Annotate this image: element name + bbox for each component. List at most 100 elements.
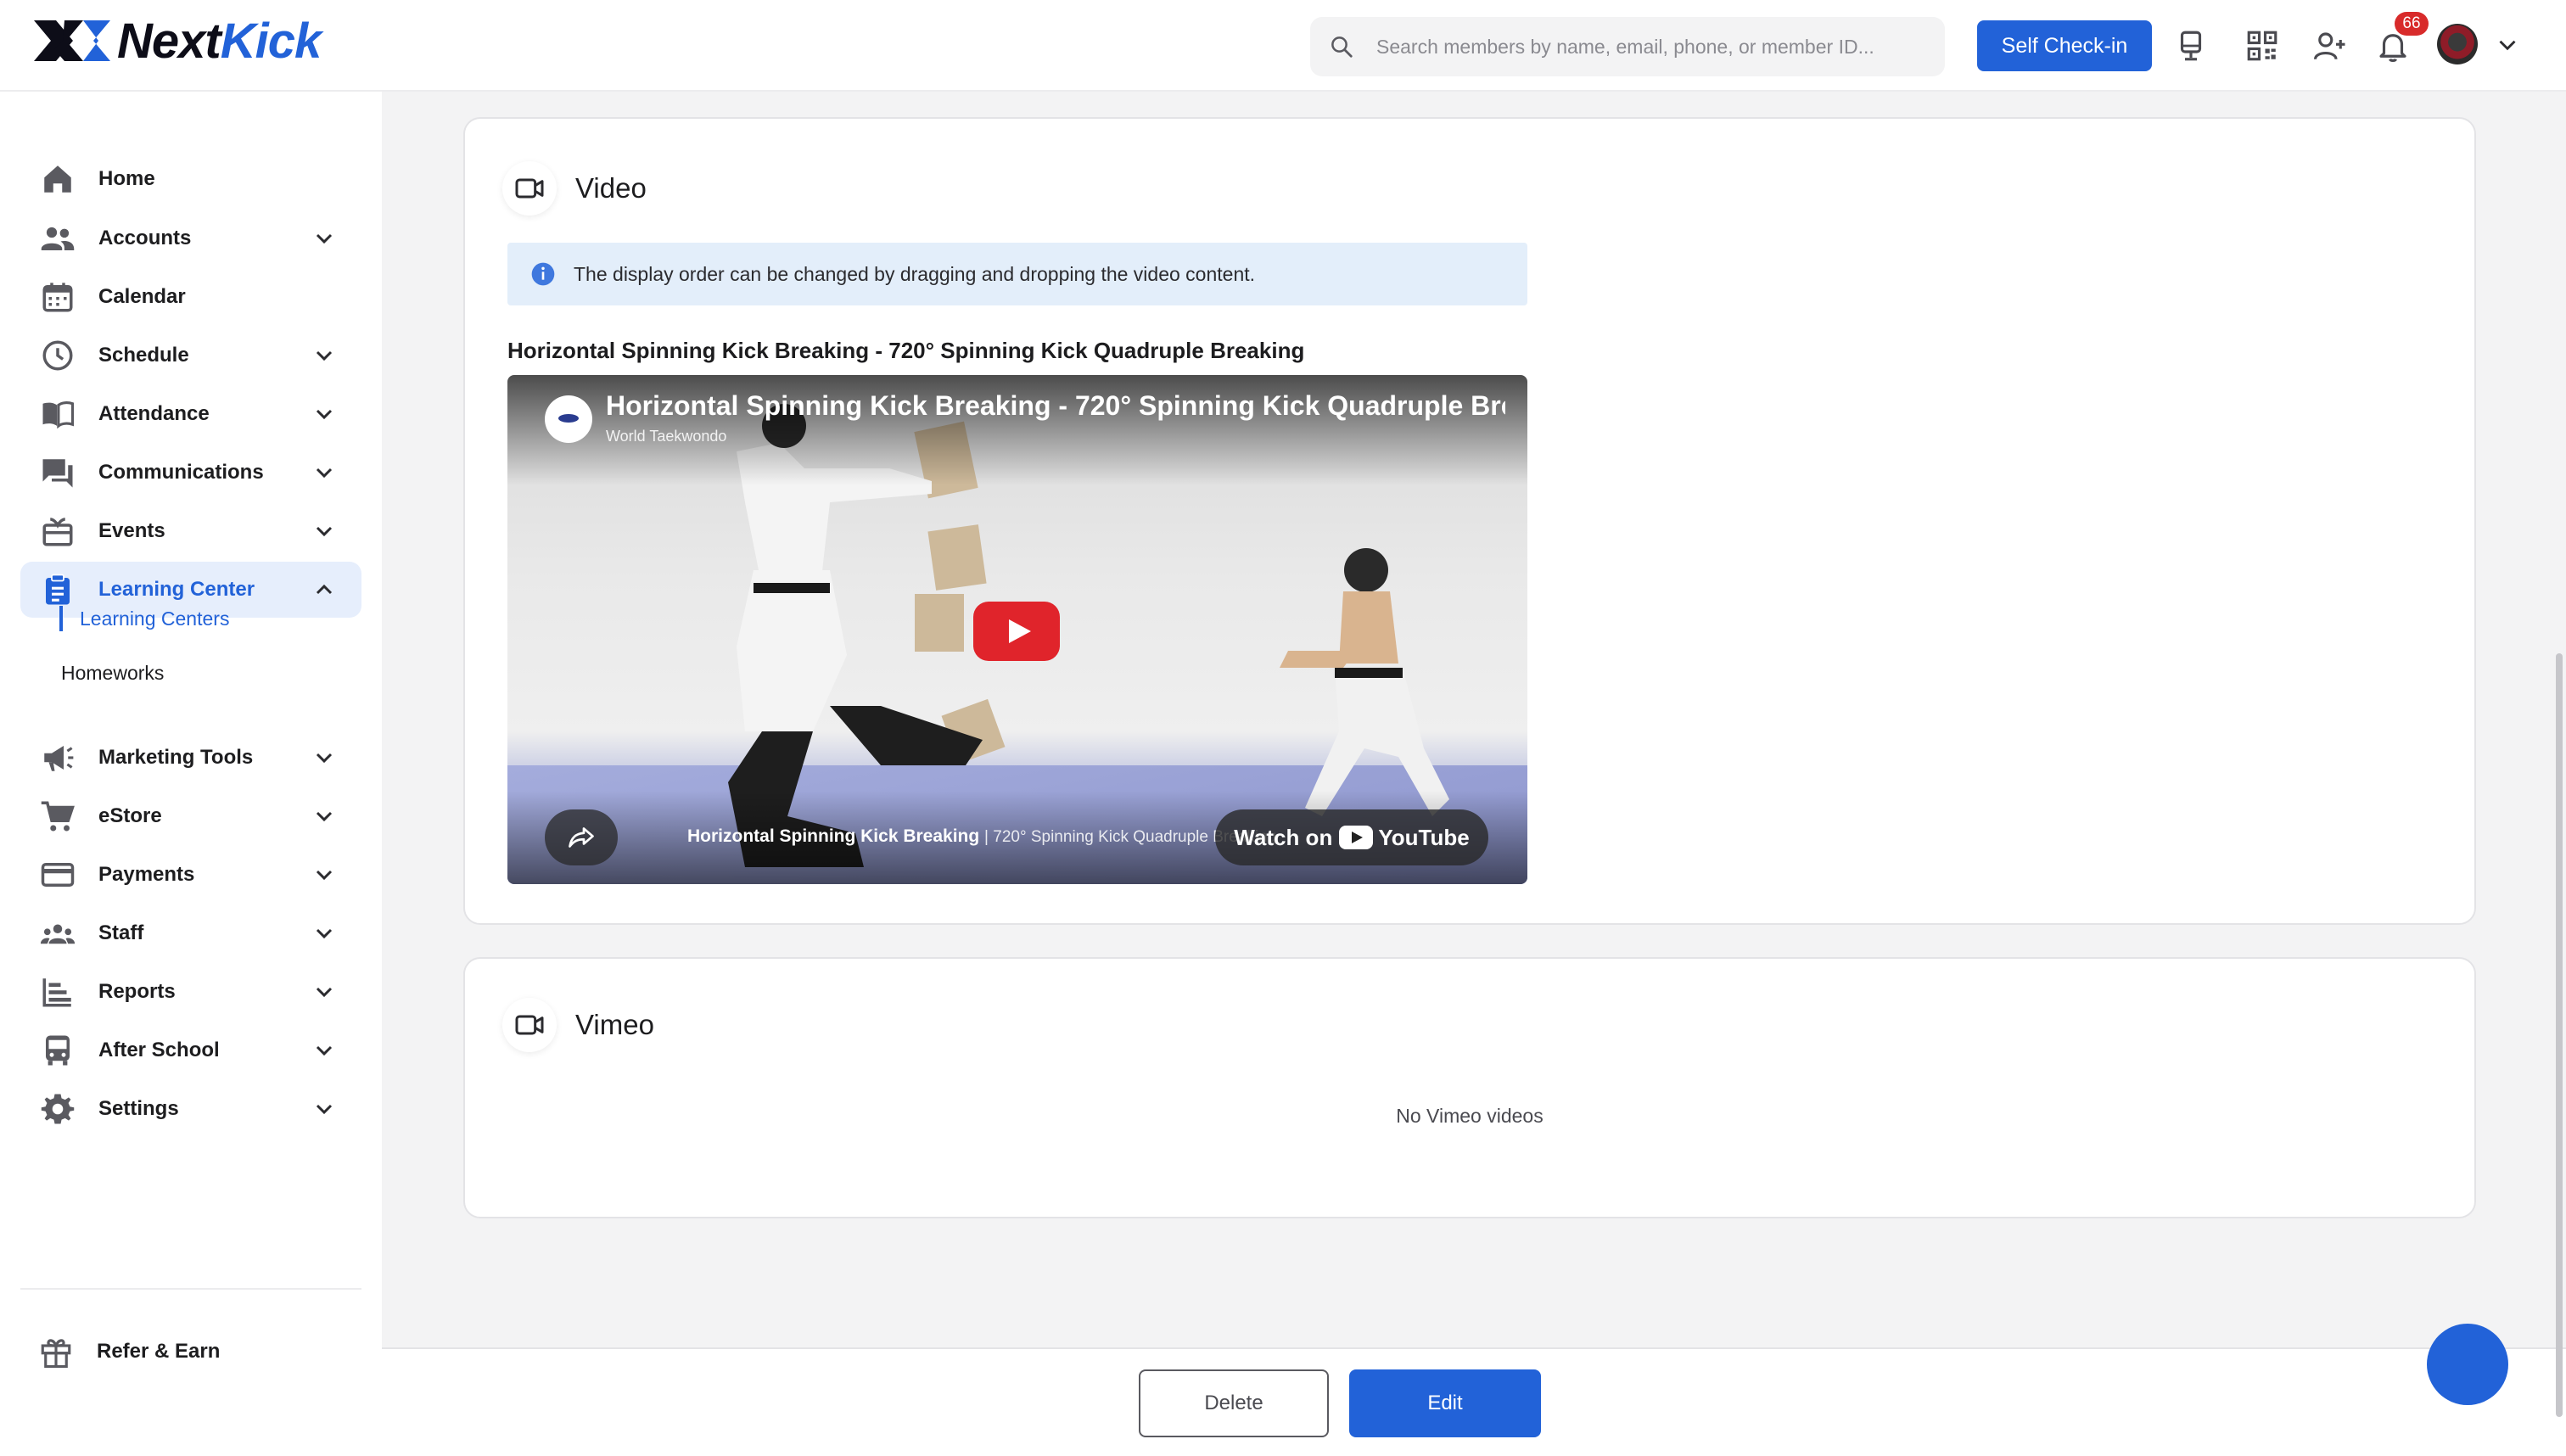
video-camera-icon <box>502 998 557 1052</box>
sidebar-divider <box>20 1288 361 1290</box>
edit-button[interactable]: Edit <box>1349 1369 1541 1437</box>
chart-icon <box>39 973 76 1011</box>
add-user-icon[interactable] <box>2308 24 2352 68</box>
chevron-down-icon[interactable] <box>2493 31 2522 59</box>
sidebar-item-schedule[interactable]: Schedule <box>20 328 361 384</box>
chevron-down-icon <box>316 526 333 537</box>
notification-badge: 66 <box>2395 12 2429 36</box>
card-icon <box>39 856 76 893</box>
sidebar-item-label: Learning Center <box>98 578 255 601</box>
home-icon <box>39 160 76 198</box>
chevron-up-icon <box>316 584 333 595</box>
sidebar-item-label: Communications <box>98 461 264 484</box>
chat-icon <box>39 454 76 491</box>
vimeo-section-header: Vimeo <box>502 998 654 1052</box>
sidebar-item-events[interactable]: Events <box>20 503 361 559</box>
kiosk-icon[interactable] <box>2169 24 2213 68</box>
logo-mark-icon <box>34 20 110 61</box>
play-button[interactable] <box>973 602 1060 661</box>
sidebar: Home Accounts Calendar Schedule Attendan… <box>0 92 382 1456</box>
gift-icon <box>37 1333 75 1370</box>
sidebar-item-label: Calendar <box>98 285 186 308</box>
top-bar: NextKick Self Check-in 66 <box>0 0 2566 92</box>
sidebar-subitem-homeworks[interactable]: Homeworks <box>61 662 164 685</box>
delete-button[interactable]: Delete <box>1139 1369 1329 1437</box>
sidebar-item-settings[interactable]: Settings <box>20 1081 361 1137</box>
share-button[interactable] <box>545 809 618 865</box>
calendar-icon <box>39 278 76 316</box>
video-caption: Horizontal Spinning Kick Breaking | 720°… <box>687 826 1277 846</box>
sidebar-item-payments[interactable]: Payments <box>20 847 361 903</box>
users-icon <box>39 220 76 257</box>
sidebar-item-attendance[interactable]: Attendance <box>20 386 361 442</box>
clock-icon <box>39 337 76 374</box>
megaphone-icon <box>39 739 76 776</box>
sidebar-item-reports[interactable]: Reports <box>20 964 361 1020</box>
channel-avatar[interactable] <box>545 395 592 443</box>
sidebar-item-label: Reports <box>98 980 176 1003</box>
search-icon <box>1331 36 1353 58</box>
sidebar-item-staff[interactable]: Staff <box>20 905 361 961</box>
sidebar-item-label: Marketing Tools <box>98 746 254 769</box>
watch-on-youtube-button[interactable]: Watch on YouTube <box>1215 809 1488 865</box>
sidebar-item-label: Settings <box>98 1097 179 1120</box>
sidebar-item-label: Home <box>98 167 155 190</box>
book-icon <box>39 395 76 433</box>
chevron-down-icon <box>316 468 333 479</box>
sidebar-item-after-school[interactable]: After School <box>20 1022 361 1078</box>
event-icon <box>39 512 76 550</box>
video-section-header: Video <box>502 161 647 216</box>
sidebar-item-label: eStore <box>98 804 162 827</box>
page-scrollbar[interactable] <box>2556 653 2563 1417</box>
youtube-player[interactable]: Horizontal Spinning Kick Breaking - 720°… <box>507 375 1527 884</box>
video-section-title: Video <box>575 172 647 204</box>
chevron-down-icon <box>316 928 333 939</box>
player-video-title[interactable]: Horizontal Spinning Kick Breaking - 720°… <box>606 390 1505 422</box>
vimeo-section-card: Vimeo No Vimeo videos <box>463 957 2476 1218</box>
gear-icon <box>39 1090 76 1128</box>
chevron-down-icon <box>316 753 333 764</box>
player-channel-name[interactable]: World Taekwondo <box>606 428 726 445</box>
qr-code-icon[interactable] <box>2240 24 2284 68</box>
member-search[interactable] <box>1310 17 1945 76</box>
sidebar-item-label: Staff <box>98 921 144 944</box>
sidebar-item-label: Schedule <box>98 344 189 367</box>
chevron-down-icon <box>316 1104 333 1115</box>
sidebar-item-communications[interactable]: Communications <box>20 445 361 501</box>
info-banner: The display order can be changed by drag… <box>507 243 1527 305</box>
refer-earn-link[interactable]: Refer & Earn <box>20 1324 361 1380</box>
watch-on-label: Watch on <box>1234 824 1333 850</box>
sidebar-item-label: Events <box>98 519 165 542</box>
sidebar-item-estore[interactable]: eStore <box>20 788 361 844</box>
vimeo-empty-state: No Vimeo videos <box>1396 1105 1544 1127</box>
chevron-down-icon <box>316 811 333 822</box>
info-text: The display order can be changed by drag… <box>574 262 1256 285</box>
sidebar-item-label: Accounts <box>98 227 192 249</box>
self-checkin-button[interactable]: Self Check-in <box>1977 20 2152 71</box>
cart-icon <box>39 798 76 835</box>
sidebar-subitem-learning-centers[interactable]: Learning Centers <box>59 606 229 631</box>
chevron-down-icon <box>316 409 333 420</box>
sidebar-item-accounts[interactable]: Accounts <box>20 210 361 266</box>
chevron-down-icon <box>316 233 333 244</box>
logo-text: NextKick <box>117 13 322 69</box>
refer-earn-label: Refer & Earn <box>97 1340 221 1363</box>
sidebar-item-marketing-tools[interactable]: Marketing Tools <box>20 730 361 786</box>
chat-fab-button[interactable] <box>2427 1324 2508 1405</box>
staff-icon <box>39 915 76 952</box>
sidebar-item-label: Payments <box>98 863 195 886</box>
chevron-down-icon <box>316 350 333 361</box>
info-icon <box>531 262 555 286</box>
sidebar-item-calendar[interactable]: Calendar <box>20 269 361 325</box>
video-camera-icon <box>502 161 557 216</box>
sidebar-item-home[interactable]: Home <box>20 151 361 207</box>
chevron-down-icon <box>316 870 333 881</box>
avatar[interactable] <box>2437 24 2478 64</box>
sidebar-item-label: Attendance <box>98 402 210 425</box>
search-input[interactable] <box>1376 35 1919 59</box>
share-icon <box>569 827 594 848</box>
youtube-logo-icon: YouTube <box>1339 825 1470 851</box>
app-logo[interactable]: NextKick <box>31 14 322 69</box>
video-item-title: Horizontal Spinning Kick Breaking - 720°… <box>507 338 1305 363</box>
sidebar-item-label: After School <box>98 1039 220 1061</box>
